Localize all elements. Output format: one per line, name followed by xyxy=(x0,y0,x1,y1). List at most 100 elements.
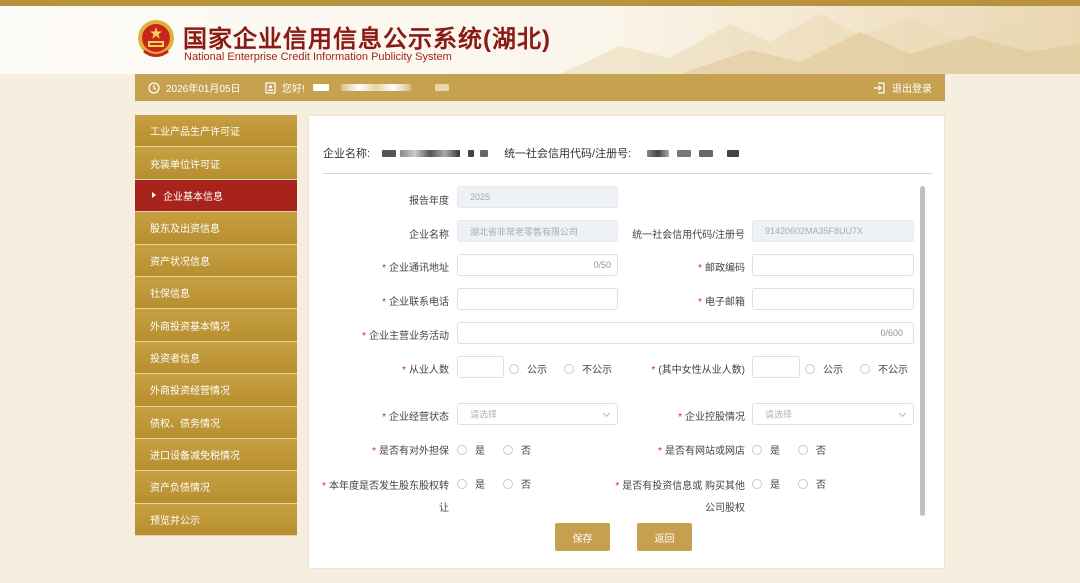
business-label: * 企业主营业务活动 xyxy=(362,331,449,342)
credit-code-label: 统一社会信用代码/注册号: xyxy=(504,148,632,160)
redacted-username xyxy=(434,84,449,91)
radio-label: 是 xyxy=(770,480,780,491)
address-input[interactable]: 0/50 xyxy=(457,254,618,276)
female-employees-input[interactable] xyxy=(752,356,800,378)
investment-label: * 是否有投资信息或 购买其他 公司股权 xyxy=(615,481,745,514)
radio-label: 是 xyxy=(475,480,485,491)
radio-label: 不公示 xyxy=(582,365,612,376)
sidebar-item-label: 资产负债情况 xyxy=(150,483,210,495)
radio-label: 是 xyxy=(770,446,780,457)
business-counter: 0/600 xyxy=(880,328,903,338)
company-name-label: 企业名称: xyxy=(323,148,371,160)
mountain-backdrop xyxy=(560,14,1080,74)
employees-input[interactable] xyxy=(457,356,504,378)
website-yes-radio[interactable]: 是 xyxy=(752,442,780,457)
company-name-field: 湖北省非常老零售有限公司 xyxy=(457,220,618,242)
sidebar-item-label: 预览并公示 xyxy=(150,515,200,527)
company-summary: 企业名称: 统一社会信用代码/注册号: xyxy=(323,145,740,161)
site-subtitle: National Enterprise Credit Information P… xyxy=(184,51,452,63)
greeting-text: 您好! xyxy=(282,84,305,95)
website-no-radio[interactable]: 否 xyxy=(798,442,826,457)
radio-circle xyxy=(564,363,574,374)
phone-input[interactable] xyxy=(457,288,618,310)
user-greeting: 您好! xyxy=(265,74,449,101)
holding-label: * 企业控股情况 xyxy=(678,412,745,423)
sidebar-item-preview-publish[interactable]: 预览并公示 xyxy=(135,503,297,537)
postcode-label: * 邮政编码 xyxy=(698,263,745,274)
radio-circle xyxy=(457,478,467,489)
postcode-input[interactable] xyxy=(752,254,914,276)
status-placeholder: 请选择 xyxy=(470,409,498,420)
credit-code-field: 91420602MA35F8UU7X xyxy=(752,220,914,242)
logout-link[interactable]: 退出登录 xyxy=(873,74,932,101)
equity-yes-radio[interactable]: 是 xyxy=(457,476,485,491)
website-label: * 是否有网站或网店 xyxy=(658,446,745,457)
equity-no-radio[interactable]: 否 xyxy=(503,476,531,491)
report-year-value: 2025 xyxy=(470,192,491,202)
sidebar-item-shareholders[interactable]: 股东及出资信息 xyxy=(135,212,297,245)
female-private-radio[interactable]: 不公示 xyxy=(860,361,908,376)
report-year-field: 2025 xyxy=(457,186,618,208)
radio-label: 否 xyxy=(521,446,531,457)
sidebar-item-label: 外商投资经营情况 xyxy=(150,386,230,398)
radio-circle xyxy=(805,363,815,374)
sidebar-item-balance-sheet[interactable]: 资产负债情况 xyxy=(135,471,297,504)
sidebar-item-social-security[interactable]: 社保信息 xyxy=(135,276,297,310)
radio-label: 不公示 xyxy=(878,365,908,376)
employees-public-radio[interactable]: 公示 xyxy=(509,361,547,376)
divider xyxy=(323,173,932,174)
email-label: * 电子邮箱 xyxy=(698,297,745,308)
user-card-icon xyxy=(265,81,276,94)
sidebar-item-label: 社保信息 xyxy=(150,289,190,301)
date-text: 2026年01月05日 xyxy=(166,84,241,95)
address-label: * 企业通讯地址 xyxy=(382,263,449,274)
clock-icon xyxy=(148,81,160,94)
business-textarea[interactable]: 0/600 xyxy=(457,322,914,344)
radio-label: 否 xyxy=(816,480,826,491)
employees-label: * 从业人数 xyxy=(402,365,449,376)
sidebar-item-debts[interactable]: 债权、债务情况 xyxy=(135,406,297,439)
female-public-radio[interactable]: 公示 xyxy=(805,361,843,376)
sidebar-item-production-license[interactable]: 工业产品生产许可证 xyxy=(135,115,297,148)
investment-yes-radio[interactable]: 是 xyxy=(752,476,780,491)
investment-no-radio[interactable]: 否 xyxy=(798,476,826,491)
sidebar-item-filling-license[interactable]: 充装单位许可证 xyxy=(135,147,297,180)
scrollbar-thumb[interactable] xyxy=(920,186,925,516)
sidebar-item-basic-info[interactable]: 企业基本信息 xyxy=(135,179,297,213)
user-info-bar: 2026年01月05日 您好! 退出登录 xyxy=(135,74,945,101)
sidebar-item-label: 外商投资基本情况 xyxy=(150,321,230,333)
back-button[interactable]: 返回 xyxy=(637,523,692,551)
holding-select[interactable]: 请选择 xyxy=(752,403,914,425)
logout-text: 退出登录 xyxy=(892,84,932,95)
radio-circle xyxy=(509,363,519,374)
email-input[interactable] xyxy=(752,288,914,310)
sidebar-item-foreign-operations[interactable]: 外商投资经营情况 xyxy=(135,374,297,407)
sidebar-item-foreign-basic[interactable]: 外商投资基本情况 xyxy=(135,309,297,342)
sidebar-item-label: 股东及出资信息 xyxy=(150,224,220,236)
redacted-company-name xyxy=(382,149,397,157)
sidebar-item-import-tax[interactable]: 进口设备减免税情况 xyxy=(135,438,297,472)
redacted-username xyxy=(340,84,411,91)
holding-placeholder: 请选择 xyxy=(765,409,793,420)
redacted-company-name xyxy=(480,149,489,157)
equity-transfer-label: * 本年度是否发生股东股权转让 xyxy=(322,481,449,514)
sidebar-item-label: 企业基本信息 xyxy=(163,191,223,203)
sidebar-item-label: 进口设备减免税情况 xyxy=(150,451,240,463)
employees-private-radio[interactable]: 不公示 xyxy=(564,361,612,376)
status-select[interactable]: 请选择 xyxy=(457,403,618,425)
national-emblem-icon xyxy=(138,20,174,57)
radio-circle xyxy=(860,363,870,374)
radio-label: 公示 xyxy=(527,365,547,376)
redacted-company-name xyxy=(400,149,461,157)
company-name-value: 湖北省非常老零售有限公司 xyxy=(470,226,579,237)
redacted-credit-code xyxy=(677,149,692,157)
chevron-down-icon xyxy=(602,409,611,418)
radio-circle xyxy=(503,444,513,455)
sidebar-item-assets[interactable]: 资产状况信息 xyxy=(135,244,297,277)
guarantee-yes-radio[interactable]: 是 xyxy=(457,442,485,457)
guarantee-no-radio[interactable]: 否 xyxy=(503,442,531,457)
save-button[interactable]: 保存 xyxy=(555,523,610,551)
redacted-credit-code xyxy=(699,149,714,157)
radio-circle xyxy=(457,444,467,455)
sidebar-item-investors[interactable]: 投资者信息 xyxy=(135,341,297,375)
